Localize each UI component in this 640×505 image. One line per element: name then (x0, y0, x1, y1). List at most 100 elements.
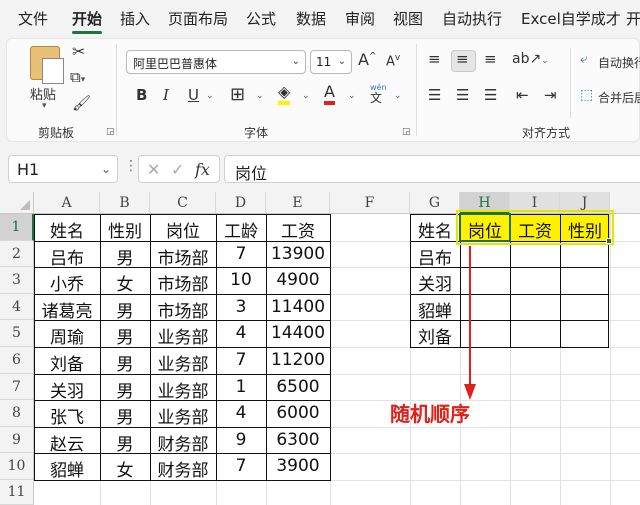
align-left-icon[interactable]: ☰ (428, 88, 441, 103)
tab-home[interactable]: 开始 (72, 8, 102, 29)
cancel-icon[interactable]: ✕ (147, 160, 160, 179)
font-launcher-icon[interactable]: ◲ (402, 127, 411, 137)
wrap-text-icon[interactable]: ⤶ (580, 52, 588, 66)
bold-button[interactable]: B (136, 88, 147, 103)
table1-cell[interactable]: 10 (216, 270, 266, 290)
column-header-c[interactable]: C (150, 192, 216, 214)
row-header-6[interactable]: 6 (0, 347, 34, 374)
merge-center-icon[interactable]: ⬚ (580, 88, 593, 102)
table1-cell[interactable]: 业务部 (150, 323, 216, 348)
table2-header-cell[interactable]: 姓名 (410, 217, 460, 242)
tab-page-layout[interactable]: 页面布局 (168, 8, 228, 29)
table1-cell[interactable]: 市场部 (150, 244, 216, 269)
column-header-f[interactable]: F (330, 192, 410, 214)
fill-color-dropdown-icon[interactable]: ⌄ (302, 92, 310, 101)
table1-cell[interactable]: 财务部 (150, 456, 216, 481)
table1-cell[interactable]: 7 (216, 244, 266, 264)
orientation-icon[interactable]: ab↗⌄ (512, 52, 549, 66)
table1-cell[interactable]: 财务部 (150, 430, 216, 455)
align-top-icon[interactable]: ≡ (428, 52, 441, 67)
tab-view[interactable]: 视图 (393, 8, 423, 29)
tab-review[interactable]: 审阅 (345, 8, 375, 29)
increase-indent-icon[interactable]: ⇥ (544, 88, 557, 103)
table1-cell[interactable]: 女 (100, 270, 150, 295)
tab-file[interactable]: 文件 (18, 8, 48, 29)
table1-cell[interactable]: 张飞 (34, 403, 100, 428)
phonetic-guide-icon[interactable]: wén 文 (370, 84, 387, 105)
row-header-4[interactable]: 4 (0, 294, 34, 320)
table1-cell[interactable]: 9 (216, 430, 266, 450)
row-header-7[interactable]: 7 (0, 374, 34, 400)
table1-cell[interactable]: 7 (216, 350, 266, 370)
table2-name-cell[interactable]: 貂蝉 (410, 297, 460, 322)
formula-input[interactable]: 岗位 (224, 155, 640, 183)
table1-cell[interactable]: 4 (216, 323, 266, 343)
row-header-2[interactable]: 2 (0, 241, 34, 267)
row-header-9[interactable]: 9 (0, 427, 34, 453)
table2-name-cell[interactable]: 刘备 (410, 323, 460, 348)
tab-excel-self-study[interactable]: Excel自学成才 (521, 8, 621, 29)
formula-bar-grip-icon[interactable]: ⋮ (124, 158, 138, 174)
align-right-icon[interactable]: ☰ (484, 88, 497, 103)
merge-center-button[interactable]: 合并后居 (598, 89, 640, 106)
row-header-1[interactable]: 1 (0, 214, 34, 241)
table2-header-cell[interactable]: 岗位 (460, 217, 510, 242)
table1-cell[interactable]: 小乔 (34, 270, 100, 295)
table1-cell[interactable]: 业务部 (150, 350, 216, 375)
table1-cell[interactable]: 6000 (266, 403, 330, 423)
column-header-b[interactable]: B (100, 192, 150, 214)
fill-color-icon[interactable]: ◈ (278, 84, 291, 105)
increase-font-icon[interactable]: A^ (358, 52, 377, 68)
underline-dropdown-icon[interactable]: ⌄ (206, 92, 214, 101)
paste-dropdown-icon[interactable]: ▾ (42, 102, 47, 111)
table1-cell[interactable]: 诸葛亮 (34, 297, 100, 322)
table2-name-cell[interactable]: 吕布 (410, 244, 460, 269)
enter-icon[interactable]: ✓ (171, 160, 184, 179)
align-bottom-icon[interactable]: ≡ (484, 52, 497, 67)
table1-cell[interactable]: 3 (216, 297, 266, 317)
table1-cell[interactable]: 男 (100, 403, 150, 428)
row-header-11[interactable]: 11 (0, 480, 34, 505)
table1-cell[interactable]: 1 (216, 377, 266, 397)
table1-cell[interactable]: 14400 (266, 323, 330, 343)
table1-cell[interactable]: 女 (100, 456, 150, 481)
tab-formulas[interactable]: 公式 (246, 8, 276, 29)
tab-more[interactable]: 开 (626, 8, 640, 29)
underline-button[interactable]: U (188, 88, 199, 103)
table1-cell[interactable]: 3900 (266, 456, 330, 476)
column-header-g[interactable]: G (410, 192, 460, 214)
table1-cell[interactable]: 赵云 (34, 430, 100, 455)
tab-automate[interactable]: 自动执行 (442, 8, 502, 29)
table1-cell[interactable]: 男 (100, 350, 150, 375)
table1-cell[interactable]: 7 (216, 456, 266, 476)
table2-header-cell[interactable]: 工资 (510, 217, 560, 242)
column-header-d[interactable]: D (216, 192, 266, 214)
clipboard-launcher-icon[interactable]: ◲ (106, 127, 115, 137)
row-header-5[interactable]: 5 (0, 320, 34, 347)
table2-name-cell[interactable]: 关羽 (410, 270, 460, 295)
column-header-e[interactable]: E (266, 192, 330, 214)
table1-header-cell[interactable]: 性别 (100, 217, 150, 242)
wrap-text-button[interactable]: 自动换行 (598, 54, 640, 71)
column-header-a[interactable]: A (34, 192, 100, 214)
borders-icon[interactable]: ⊞ (230, 86, 245, 104)
table1-cell[interactable]: 吕布 (34, 244, 100, 269)
table1-cell[interactable]: 11200 (266, 350, 330, 370)
table1-header-cell[interactable]: 工龄 (216, 217, 266, 242)
name-box[interactable]: H1 ⌄ (8, 155, 118, 183)
row-header-10[interactable]: 10 (0, 453, 34, 480)
decrease-indent-icon[interactable]: ⇤ (516, 88, 529, 103)
table1-cell[interactable]: 4 (216, 403, 266, 423)
font-name-select[interactable]: 阿里巴巴普惠体 ⌄ (126, 50, 306, 74)
table1-cell[interactable]: 男 (100, 323, 150, 348)
copy-icon[interactable]: ⧉▾ (70, 70, 85, 85)
table1-cell[interactable]: 男 (100, 430, 150, 455)
table1-cell[interactable]: 业务部 (150, 403, 216, 428)
font-size-select[interactable]: 11 ⌄ (310, 50, 352, 74)
table1-cell[interactable]: 男 (100, 297, 150, 322)
row-header-8[interactable]: 8 (0, 400, 34, 427)
table1-cell[interactable]: 市场部 (150, 297, 216, 322)
row-header-3[interactable]: 3 (0, 267, 34, 294)
select-all-button[interactable] (0, 192, 34, 214)
tab-insert[interactable]: 插入 (120, 8, 150, 29)
